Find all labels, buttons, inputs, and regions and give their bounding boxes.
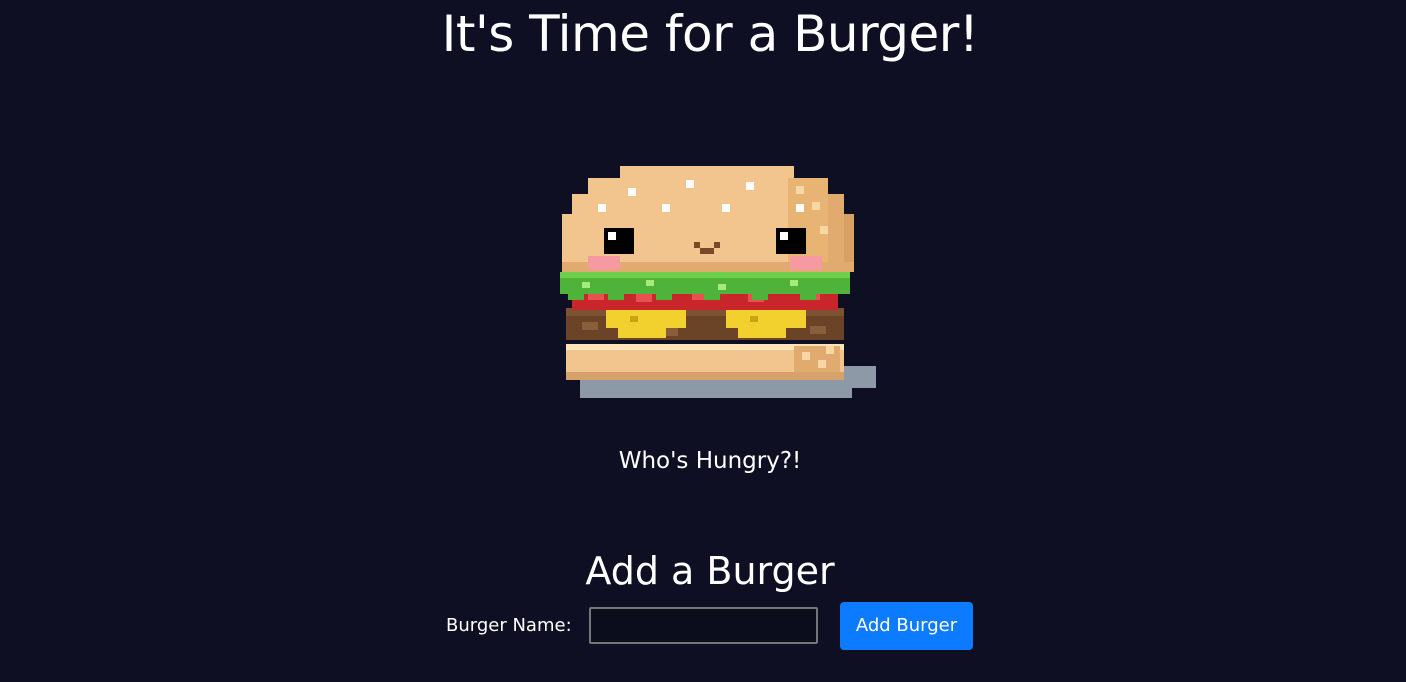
- burger-name-input[interactable]: [589, 607, 818, 644]
- tagline: Who's Hungry?!: [618, 448, 802, 474]
- burger-name-label: Burger Name:: [446, 615, 572, 636]
- add-burger-button[interactable]: Add Burger: [840, 602, 973, 650]
- page-title: It's Time for a Burger!: [441, 5, 979, 63]
- add-burger-form: Burger Name: Add Burger: [0, 602, 1406, 650]
- page: It's Time for a Burger! Who's Hungry?! A…: [0, 0, 1406, 682]
- pixel-burger-icon: [560, 166, 876, 398]
- add-burger-heading: Add a Burger: [585, 549, 835, 593]
